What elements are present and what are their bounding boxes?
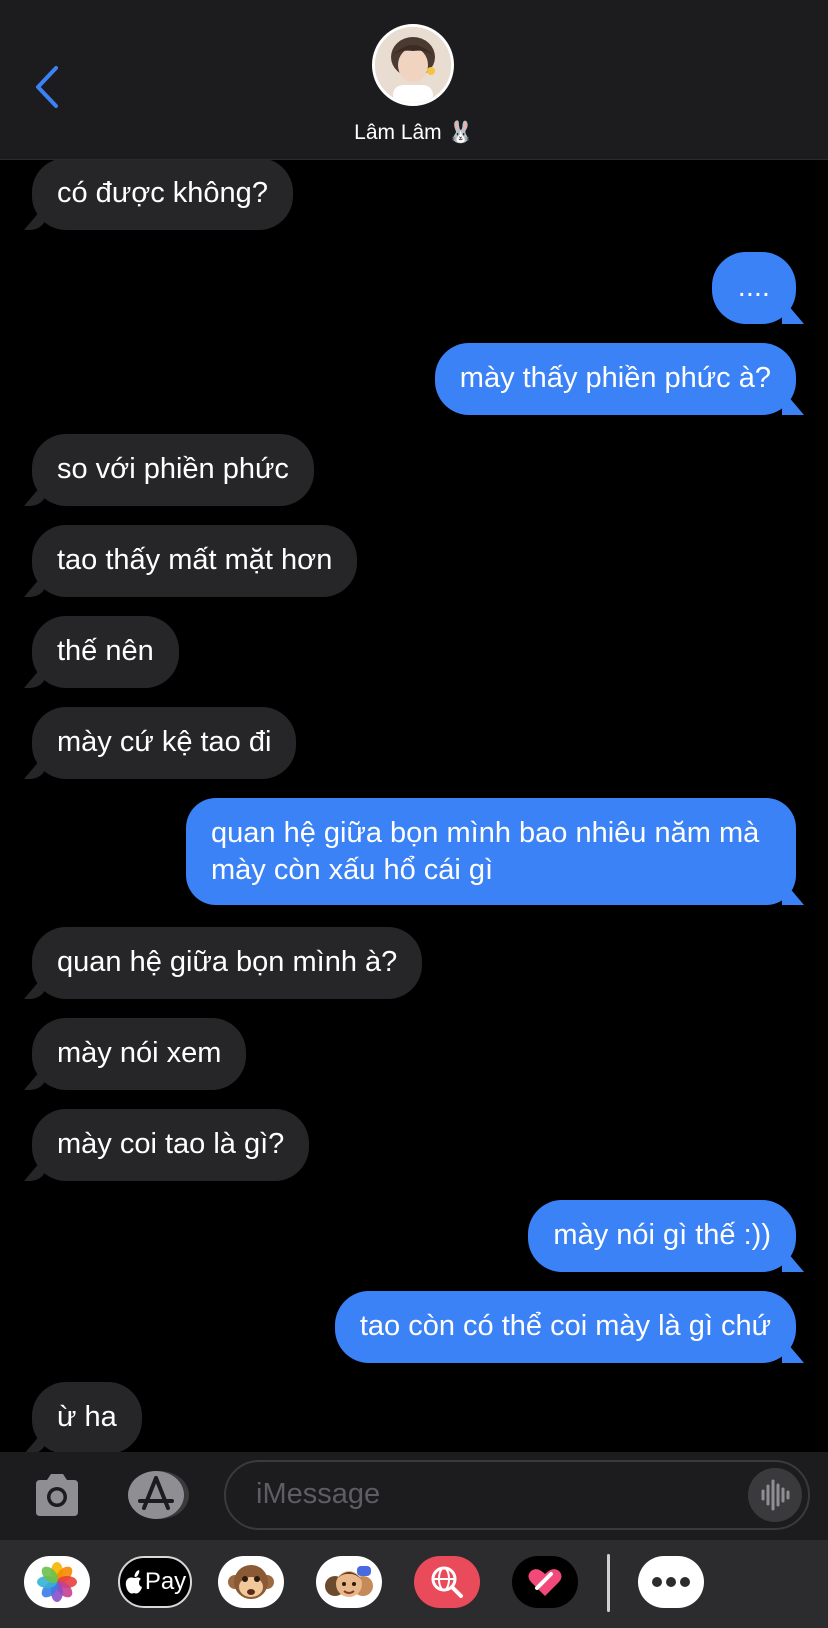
ellipsis-icon	[652, 1577, 690, 1587]
message-thread[interactable]: có được không? .... mày thấy phiền phức …	[0, 160, 828, 1452]
incoming-message-bubble[interactable]: thế nên	[32, 616, 179, 688]
camera-icon	[36, 1474, 78, 1516]
incoming-message-bubble[interactable]: tao thấy mất mặt hơn	[32, 525, 358, 597]
heart-digital-touch-icon	[528, 1569, 562, 1596]
more-apps-button[interactable]	[638, 1556, 704, 1608]
outgoing-message-bubble[interactable]: quan hệ giữa bọn mình bao nhiêu năm mà m…	[186, 798, 796, 905]
memoji-app-button[interactable]	[316, 1556, 382, 1608]
photos-app-button[interactable]	[24, 1556, 90, 1608]
message-input-placeholder: iMessage	[256, 1478, 381, 1510]
imessage-app-drawer: Pay	[0, 1540, 828, 1628]
app-store-icon	[128, 1471, 189, 1519]
animoji-app-button[interactable]	[218, 1556, 284, 1608]
incoming-message-bubble[interactable]: mày cứ kệ tao đi	[32, 707, 297, 779]
globe-search-icon	[431, 1566, 463, 1598]
incoming-message-bubble[interactable]: mày coi tao là gì?	[32, 1109, 310, 1181]
contact-name[interactable]: Lâm Lâm 🐰	[0, 120, 828, 145]
message-input[interactable]: iMessage	[224, 1460, 810, 1530]
incoming-message-bubble[interactable]: có được không?	[32, 160, 293, 230]
chevron-left-icon	[36, 66, 58, 108]
apple-pay-label: Pay	[144, 1568, 187, 1595]
incoming-message-bubble[interactable]: mày nói xem	[32, 1018, 247, 1090]
monkey-animoji-icon	[228, 1565, 274, 1599]
back-button[interactable]	[30, 62, 66, 112]
incoming-message-bubble[interactable]: ừ ha	[32, 1382, 142, 1452]
outgoing-message-bubble[interactable]: tao còn có thể coi mày là gì chứ	[334, 1291, 796, 1363]
app-store-button[interactable]	[126, 1470, 190, 1520]
photos-icon	[37, 1562, 77, 1602]
rabbit-emoji-icon: 🐰	[447, 120, 474, 144]
compose-bar: iMessage	[0, 1452, 828, 1540]
apple-logo-icon	[125, 1570, 142, 1594]
memoji-stickers-icon	[325, 1566, 373, 1597]
images-search-app-button[interactable]	[414, 1556, 480, 1608]
digital-touch-app-button[interactable]	[512, 1556, 578, 1608]
outgoing-message-bubble[interactable]: mày thấy phiền phức à?	[434, 343, 796, 415]
conversation-header: Lâm Lâm 🐰	[0, 0, 828, 160]
contact-name-text: Lâm Lâm	[354, 121, 442, 144]
contact-avatar[interactable]	[372, 24, 454, 106]
outgoing-message-bubble[interactable]: mày nói gì thế :))	[528, 1200, 796, 1272]
camera-button[interactable]	[32, 1472, 82, 1518]
outgoing-message-bubble[interactable]: ....	[711, 252, 796, 324]
drawer-divider	[607, 1554, 610, 1612]
incoming-message-bubble[interactable]: so với phiền phức	[32, 434, 314, 506]
audio-message-button[interactable]	[748, 1468, 802, 1522]
incoming-message-bubble[interactable]: quan hệ giữa bọn mình à?	[32, 927, 423, 999]
apple-pay-app-button[interactable]: Pay	[118, 1556, 192, 1608]
waveform-icon	[761, 1479, 790, 1511]
